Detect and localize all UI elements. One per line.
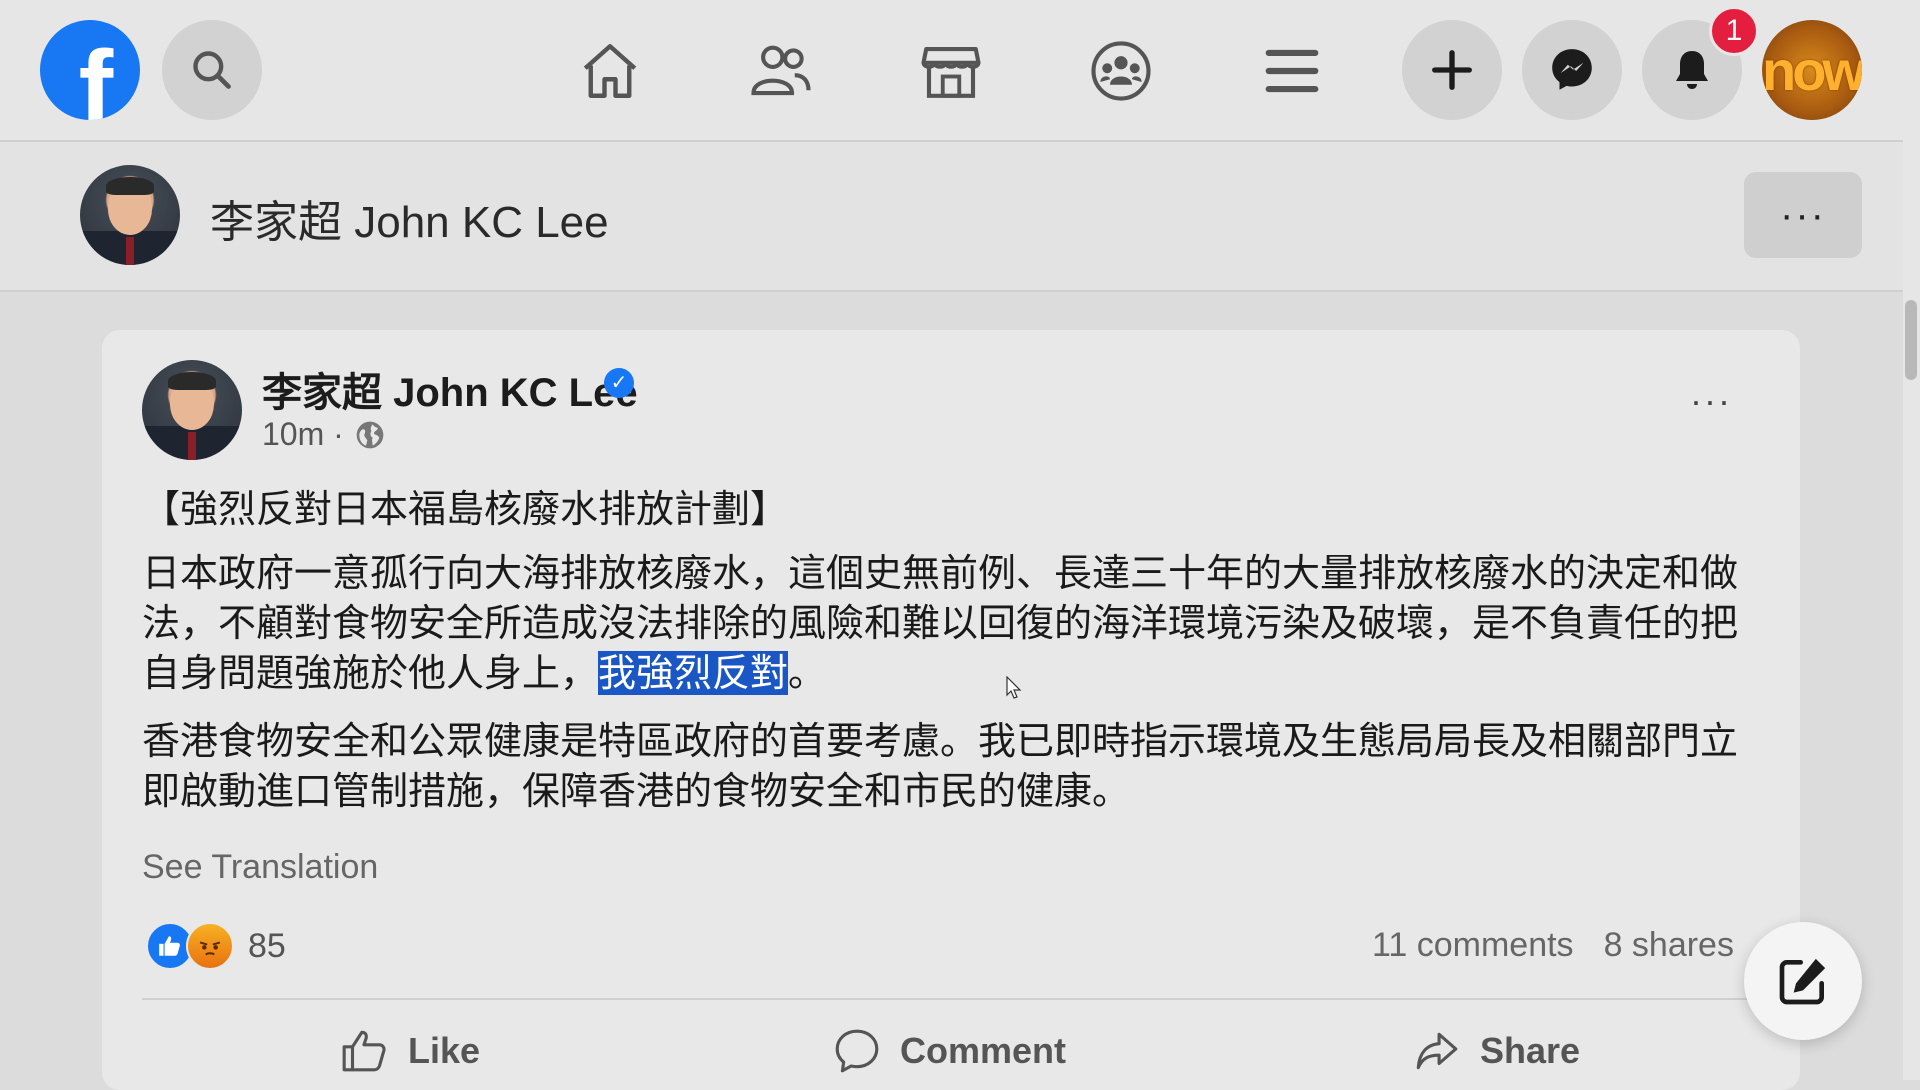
create-button[interactable] — [1402, 20, 1502, 120]
author-avatar[interactable] — [142, 360, 242, 460]
menu-tab[interactable] — [1257, 36, 1327, 106]
post-paragraph-1-end: 。 — [788, 651, 827, 695]
post-author-name[interactable]: 李家超 John KC Lee — [262, 360, 638, 418]
see-translation-link[interactable]: See Translation — [142, 848, 378, 887]
friends-icon — [751, 45, 811, 96]
share-icon — [1416, 1032, 1458, 1070]
share-label: Share — [1480, 1030, 1581, 1071]
like-button[interactable]: Like — [340, 1026, 480, 1076]
thumbs-up-icon — [342, 1030, 386, 1072]
search-icon — [193, 51, 231, 89]
notifications-icon — [1676, 51, 1708, 89]
messenger-button[interactable] — [1522, 20, 1622, 120]
post-heading: 【強烈反對日本福島核廢水排放計劃】 — [142, 487, 789, 531]
page-more-button[interactable]: ··· — [1744, 172, 1862, 258]
menu-icon — [1265, 49, 1319, 93]
verified-badge-icon: ✓ — [604, 368, 634, 398]
facebook-logo[interactable]: f — [40, 20, 140, 120]
home-tab[interactable] — [575, 36, 645, 106]
post-time-text: 10m · — [262, 416, 344, 452]
action-divider — [142, 998, 1762, 1000]
page-scrollbar[interactable] — [1903, 0, 1920, 1080]
search-button[interactable] — [162, 20, 262, 120]
post-paragraph-2: 香港食物安全和公眾健康是特區政府的首要考慮。我已即時指示環境及生態局局長及相關部… — [142, 719, 1739, 813]
comment-label: Comment — [900, 1030, 1067, 1071]
reaction-count: 85 — [248, 926, 286, 965]
post-more-button[interactable]: ··· — [1690, 380, 1732, 422]
mouse-cursor-icon — [1006, 676, 1022, 699]
share-button[interactable]: Share — [1412, 1026, 1580, 1076]
messenger-icon — [1552, 49, 1592, 90]
comment-button[interactable]: Comment — [832, 1026, 1066, 1076]
groups-tab[interactable] — [1086, 36, 1156, 106]
comments-count-link[interactable]: 11 comments — [1372, 926, 1574, 964]
shares-count-link[interactable]: 8 shares — [1604, 926, 1734, 964]
compose-icon — [1779, 958, 1826, 1005]
reaction-summary[interactable]: 85 — [146, 922, 286, 970]
profile-avatar[interactable]: now — [1762, 20, 1862, 120]
post-paragraph-1: 日本政府一意孤行向大海排放核廢水，這個史無前例、長達三十年的大量排放核廢水的決定… — [142, 548, 1762, 698]
comment-icon — [835, 1029, 879, 1073]
selected-text-highlight: 我強烈反對 — [598, 651, 789, 695]
post-paragraph-1-text: 日本政府一意孤行向大海排放核廢水，這個史無前例、長達三十年的大量排放核廢水的決定… — [142, 551, 1739, 695]
create-icon — [1432, 50, 1472, 90]
globe-icon — [356, 421, 384, 448]
page-title[interactable]: 李家超 John KC Lee — [210, 186, 609, 250]
notification-badge: 1 — [1709, 6, 1759, 56]
marketplace-icon — [921, 46, 981, 98]
marketplace-tab[interactable] — [916, 36, 986, 106]
angry-reaction-icon — [186, 922, 234, 970]
groups-icon — [1091, 41, 1151, 101]
home-icon — [583, 44, 637, 98]
post-timestamp[interactable]: 10m · — [262, 416, 386, 453]
like-label: Like — [408, 1030, 481, 1071]
post-stats: 11 comments 8 shares — [1372, 926, 1734, 965]
friends-tab[interactable] — [746, 36, 816, 106]
page-avatar[interactable] — [80, 165, 180, 265]
new-message-button[interactable] — [1744, 922, 1862, 1040]
scrollbar-thumb[interactable] — [1905, 300, 1917, 380]
